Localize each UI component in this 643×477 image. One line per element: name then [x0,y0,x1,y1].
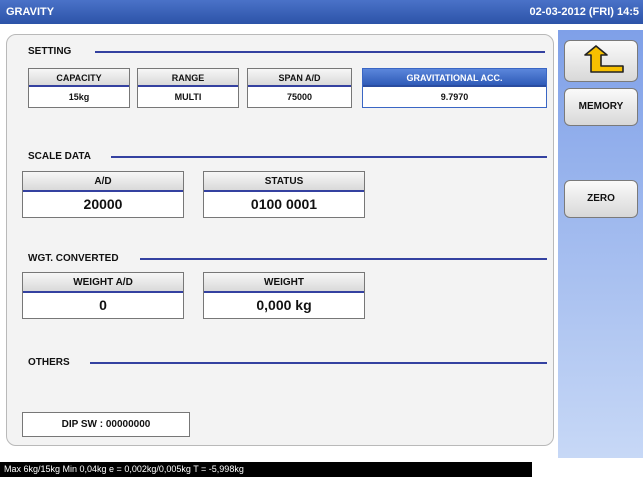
wgt-converted-header: WGT. CONVERTED [28,253,119,264]
weight-ad-value: 0 [99,297,107,313]
range-label: RANGE [138,69,238,87]
capacity-value: 15kg [68,92,90,102]
scale-data-divider [111,156,547,158]
datetime: 02-03-2012 (FRI) 14:5 [529,6,639,18]
weight-label: WEIGHT [204,273,364,293]
span-ad-value: 75000 [286,92,313,102]
ad-box: A/D 20000 [22,171,184,218]
wgt-converted-divider [140,258,547,260]
range-box: RANGE MULTI [137,68,239,108]
capacity-box: CAPACITY 15kg [28,68,130,108]
title-bar: GRAVITY 02-03-2012 (FRI) 14:5 [0,0,643,24]
others-divider [90,362,547,364]
status-box: STATUS 0100 0001 [203,171,365,218]
others-header: OTHERS [28,357,70,368]
dip-switch-display: DIP SW : 00000000 [22,412,190,437]
zero-button[interactable]: ZERO [564,180,638,218]
return-arrow-icon [584,45,624,73]
setting-header: SETTING [28,46,72,57]
ad-label: A/D [23,172,183,192]
span-ad-box: SPAN A/D 75000 [247,68,352,108]
weight-value: 0,000 kg [256,297,312,313]
gravitational-acc-label: GRAVITATIONAL ACC. [363,69,546,87]
span-ad-label: SPAN A/D [248,69,351,87]
weight-ad-box: WEIGHT A/D 0 [22,272,184,319]
back-button[interactable] [564,40,638,82]
capacity-label: CAPACITY [29,69,129,87]
range-value: MULTI [174,92,202,102]
scale-data-header: SCALE DATA [28,151,91,162]
status-value: 0100 0001 [250,196,318,212]
status-bar: Max 6kg/15kg Min 0,04kg e = 0,002kg/0,00… [0,462,532,477]
ad-value: 20000 [83,196,123,212]
memory-button[interactable]: MEMORY [564,88,638,126]
weight-ad-label: WEIGHT A/D [23,273,183,293]
setting-divider [95,51,545,53]
gravitational-acc-value[interactable]: 9.7970 [363,87,546,107]
window-title: GRAVITY [6,6,55,18]
gravitational-acc-box[interactable]: GRAVITATIONAL ACC. 9.7970 [362,68,547,108]
status-label: STATUS [204,172,364,192]
weight-box: WEIGHT 0,000 kg [203,272,365,319]
